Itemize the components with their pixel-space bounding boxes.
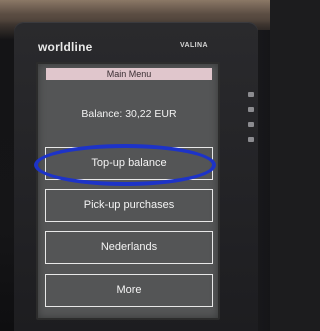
balance-text: Balance: 30,22 EUR	[81, 108, 177, 120]
status-led	[248, 137, 254, 142]
more-button[interactable]: More	[45, 274, 213, 307]
terminal-screen: Main Menu Balance: 30,22 EUR Top-up bala…	[36, 62, 220, 320]
brand-logo: worldline	[38, 40, 93, 54]
language-button[interactable]: Nederlands	[45, 231, 213, 264]
highlight-ring	[34, 144, 216, 186]
table-surface	[0, 0, 270, 24]
status-led	[248, 122, 254, 127]
status-led	[248, 107, 254, 112]
model-label: VALINA	[180, 42, 208, 49]
screen-title: Main Menu	[46, 68, 212, 80]
status-led	[248, 92, 254, 97]
pick-up-purchases-button[interactable]: Pick-up purchases	[45, 189, 213, 222]
